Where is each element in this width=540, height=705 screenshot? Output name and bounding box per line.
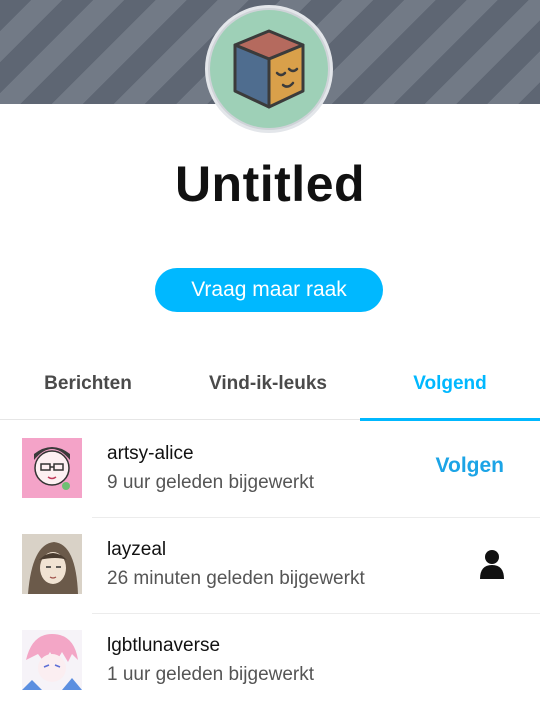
tab-posts[interactable]: Berichten xyxy=(0,356,176,420)
profile-tabs: Berichten Vind-ik-leuks Volgend xyxy=(0,356,540,421)
blog-name[interactable]: layzeal xyxy=(107,539,166,561)
list-item[interactable]: lgbtlunaverse 1 uur geleden bijgewerkt xyxy=(0,613,540,705)
updated-time: 1 uur geleden bijgewerkt xyxy=(107,664,315,685)
avatar[interactable] xyxy=(22,534,82,594)
avatar[interactable] xyxy=(22,438,82,498)
follow-button[interactable]: Volgen xyxy=(436,454,504,478)
blog-avatar[interactable] xyxy=(205,5,333,133)
tab-following[interactable]: Volgend xyxy=(360,356,540,421)
list-item[interactable]: artsy-alice 9 uur geleden bijgewerkt Vol… xyxy=(0,421,540,517)
blog-name[interactable]: lgbtlunaverse xyxy=(107,635,220,657)
blog-title: Untitled xyxy=(174,156,366,212)
avatar[interactable] xyxy=(22,630,82,690)
tab-likes[interactable]: Vind-ik-leuks xyxy=(180,356,356,420)
updated-time: 26 minuten geleden bijgewerkt xyxy=(107,568,365,589)
blog-name[interactable]: artsy-alice xyxy=(107,443,194,465)
sleepy-cube-icon xyxy=(233,29,305,109)
person-icon[interactable] xyxy=(480,549,504,579)
ask-button[interactable]: Vraag maar raak xyxy=(155,268,383,312)
updated-time: 9 uur geleden bijgewerkt xyxy=(107,472,315,493)
list-item[interactable]: layzeal 26 minuten geleden bijgewerkt xyxy=(0,517,540,613)
following-list: artsy-alice 9 uur geleden bijgewerkt Vol… xyxy=(0,421,540,705)
avatar-background xyxy=(210,10,328,128)
